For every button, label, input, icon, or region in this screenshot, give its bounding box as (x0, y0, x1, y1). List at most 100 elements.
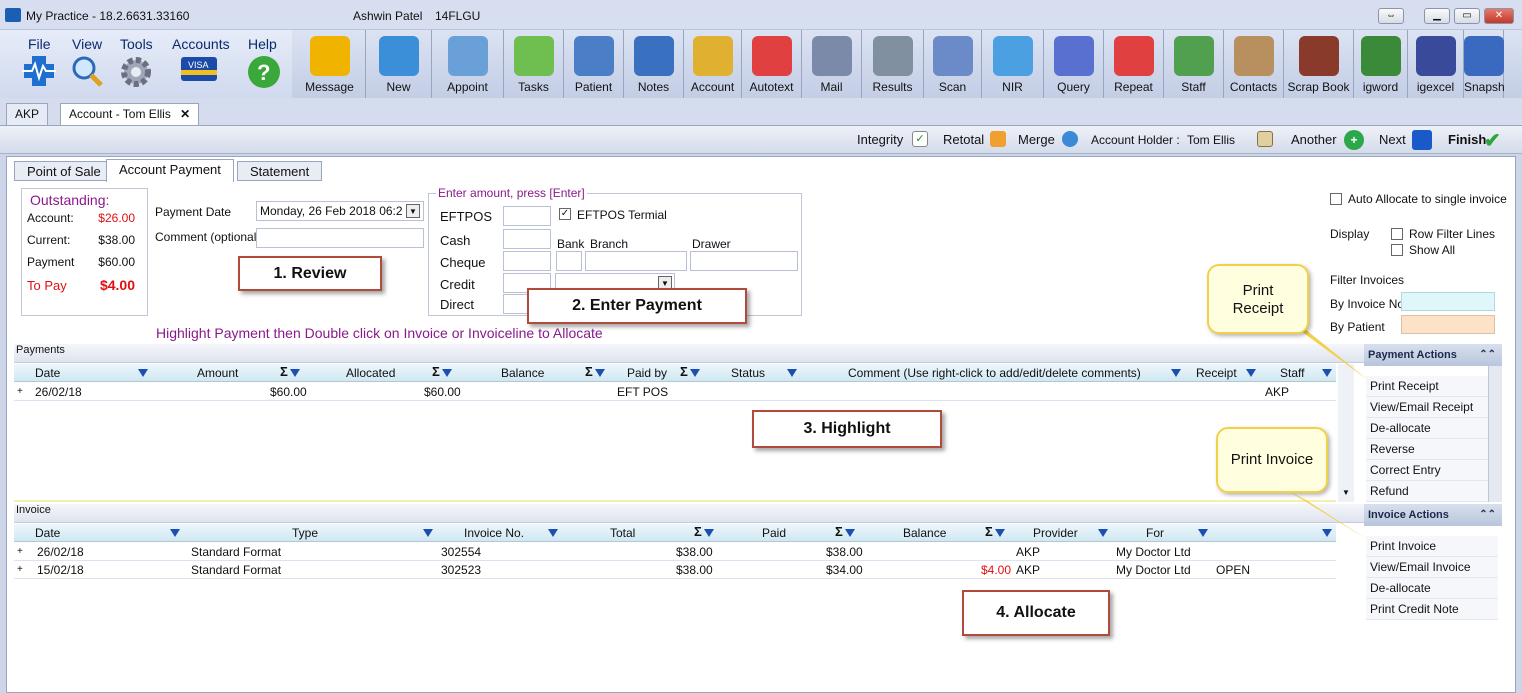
merge-button[interactable]: Merge (1018, 132, 1055, 147)
filter-icon[interactable] (442, 369, 452, 377)
finish-check-icon[interactable]: ✔ (1484, 128, 1501, 153)
menu-help[interactable]: Help (248, 36, 277, 52)
eftpos-terminal-checkbox[interactable]: ✓ (559, 208, 571, 220)
toolbar-button-tasks[interactable]: Tasks (504, 30, 564, 98)
payment-action-reverse[interactable]: Reverse (1366, 439, 1498, 460)
cash-input[interactable] (503, 229, 551, 249)
filter-icon[interactable] (995, 529, 1005, 537)
sum-icon[interactable]: Σ (585, 364, 593, 379)
menu-tools[interactable]: Tools (120, 36, 153, 52)
toolbar-button-scan[interactable]: Scan (924, 30, 982, 98)
sum-icon[interactable]: Σ (432, 364, 440, 379)
payments-column-header[interactable]: Date (35, 366, 60, 380)
filter-icon[interactable] (548, 529, 558, 537)
payment-action-view-email-receipt[interactable]: View/Email Receipt (1366, 397, 1498, 418)
toolbar-button-autotext[interactable]: Autotext (742, 30, 802, 98)
expand-row-icon[interactable]: + (17, 546, 23, 557)
filter-icon[interactable] (290, 369, 300, 377)
menu-view[interactable]: View (72, 36, 102, 52)
expand-row-icon[interactable]: + (17, 386, 23, 397)
toolbar-button-account[interactable]: Account (684, 30, 742, 98)
payment-date-picker[interactable]: Monday, 26 Feb 2018 06:2 (256, 201, 424, 221)
invoice-column-header[interactable]: Balance (903, 526, 946, 540)
eftpos-input[interactable] (503, 206, 551, 226)
toolbar-button-notes[interactable]: Notes (624, 30, 684, 98)
toolbar-button-patient[interactable]: Patient (564, 30, 624, 98)
sum-icon[interactable]: Σ (985, 524, 993, 539)
cheque-input[interactable] (503, 251, 551, 271)
toolbar-button-igexcel[interactable]: igexcel (1408, 30, 1464, 98)
close-tab-icon[interactable]: ✕ (180, 107, 190, 121)
collapse-chevron-icon[interactable]: ⌃⌃ (1479, 509, 1496, 520)
menu-accounts[interactable]: Accounts (172, 36, 230, 52)
sum-icon[interactable]: Σ (280, 364, 288, 379)
payments-column-header[interactable]: Comment (Use right-click to add/edit/del… (848, 366, 1141, 380)
invoice-column-header[interactable]: Paid (762, 526, 786, 540)
edit-notepad-icon[interactable] (1257, 131, 1273, 147)
scroll-down-icon[interactable]: ▼ (1338, 488, 1354, 500)
payments-column-header[interactable]: Status (731, 366, 765, 380)
bank-input[interactable] (556, 251, 582, 271)
filter-icon[interactable] (1098, 529, 1108, 537)
expand-row-icon[interactable]: + (17, 564, 23, 575)
payments-column-header[interactable]: Balance (501, 366, 544, 380)
row-filter-lines-checkbox[interactable] (1391, 228, 1403, 240)
retotal-button[interactable]: Retotal (943, 132, 984, 147)
maximize-icon[interactable]: ▭ (1454, 8, 1480, 24)
add-circle-icon[interactable]: + (1344, 130, 1364, 150)
toolbar-button-nir[interactable]: NIR (982, 30, 1044, 98)
payments-column-header[interactable]: Allocated (346, 366, 395, 380)
splitter[interactable] (14, 500, 1336, 502)
payments-column-header[interactable]: Amount (197, 366, 238, 380)
invoice-column-header[interactable]: Date (35, 526, 60, 540)
drawer-input[interactable] (690, 251, 798, 271)
toolbar-button-repeat[interactable]: Repeat (1104, 30, 1164, 98)
payment-action-correct-entry[interactable]: Correct Entry (1366, 460, 1498, 481)
invoice-actions-header[interactable]: Invoice Actions ⌃⌃ (1364, 504, 1502, 526)
invoice-column-header[interactable]: Type (292, 526, 318, 540)
menu-file[interactable]: File (28, 36, 51, 52)
filter-icon[interactable] (595, 369, 605, 377)
invoice-column-header[interactable]: For (1146, 526, 1164, 540)
finish-button[interactable]: Finish (1448, 132, 1486, 147)
invoice-action-print-credit-note[interactable]: Print Credit Note (1366, 599, 1498, 620)
next-arrow-icon[interactable] (1412, 130, 1432, 150)
sum-icon[interactable]: Σ (694, 524, 702, 539)
gear-icon[interactable] (118, 54, 154, 90)
filter-icon[interactable] (423, 529, 433, 537)
toolbar-button-staff[interactable]: Staff (1164, 30, 1224, 98)
payments-column-header[interactable]: Receipt (1196, 366, 1237, 380)
show-all-checkbox[interactable] (1391, 244, 1403, 256)
invoice-column-header[interactable]: Total (610, 526, 635, 540)
toolbar-button-snapsh[interactable]: Snapsh (1463, 30, 1505, 98)
payment-action-refund[interactable]: Refund (1366, 481, 1498, 502)
sum-icon[interactable]: Σ (680, 364, 688, 379)
toolbar-button-query[interactable]: Query (1044, 30, 1104, 98)
credit-card-icon[interactable]: VISA (180, 54, 218, 84)
toolbar-button-new[interactable]: New (366, 30, 432, 98)
payments-column-header[interactable]: Staff (1280, 366, 1304, 380)
filter-icon[interactable] (1171, 369, 1181, 377)
another-button[interactable]: Another (1291, 132, 1337, 147)
magnifier-icon[interactable] (70, 54, 104, 88)
patient-filter-input[interactable] (1401, 315, 1495, 334)
next-button[interactable]: Next (1379, 132, 1406, 147)
restore-toggle-icon[interactable]: ⇔ (1378, 8, 1404, 24)
tab-statement[interactable]: Statement (237, 161, 323, 181)
filter-icon[interactable] (690, 369, 700, 377)
integrity-button[interactable]: Integrity (857, 132, 903, 147)
toolbar-button-contacts[interactable]: Contacts (1224, 30, 1284, 98)
payment-action-de-allocate[interactable]: De-allocate (1366, 418, 1498, 439)
toolbar-button-igword[interactable]: igword (1354, 30, 1408, 98)
invoice-column-header[interactable]: Invoice No. (464, 526, 524, 540)
payments-column-header[interactable]: Paid by (627, 366, 667, 380)
filter-icon[interactable] (704, 529, 714, 537)
auto-allocate-checkbox[interactable] (1330, 193, 1342, 205)
payment-action-print-receipt[interactable]: Print Receipt (1366, 376, 1498, 397)
tab-account-tom-ellis[interactable]: Account - Tom Ellis ✕ (60, 103, 200, 125)
heartbeat-icon[interactable] (20, 54, 58, 88)
payment-row[interactable] (14, 383, 1336, 401)
toolbar-button-appoint[interactable]: Appoint (432, 30, 504, 98)
tab-akp[interactable]: AKP (6, 103, 49, 125)
filter-icon[interactable] (845, 529, 855, 537)
